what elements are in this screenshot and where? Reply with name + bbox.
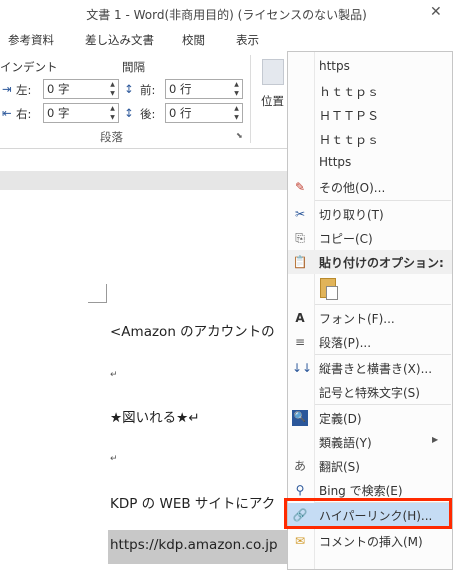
menu-item-define[interactable]: 🔍 定義(D) <box>288 406 452 430</box>
menu-item-label: Ｈｔｔｐｓ <box>319 133 380 147</box>
left-indent-value: 0 字 <box>47 82 70 96</box>
menu-item-label: 記号と特殊文字(S) <box>319 386 420 400</box>
right-indent-value: 0 字 <box>47 106 70 120</box>
tab-view[interactable]: 表示 <box>236 32 259 48</box>
indent-left-icon: ⇥ <box>2 82 12 96</box>
submenu-arrow-icon: ▶ <box>432 435 439 444</box>
menu-item-cut[interactable]: ✂ 切り取り(T) <box>288 202 452 226</box>
menu-separator <box>315 404 451 405</box>
menu-separator <box>315 354 451 355</box>
menu-item-font[interactable]: A フォント(F)... <box>288 306 452 330</box>
document-page[interactable]: <Amazon のアカウントの ↵ ★図いれる★↵ ↵ KDP の WEB サイ… <box>0 190 300 570</box>
menu-separator <box>315 200 451 201</box>
menu-item-label: 段落(P)... <box>319 336 372 350</box>
menu-item-label: ｈｔｔｐｓ <box>319 85 380 99</box>
tab-references[interactable]: 参考資料 <box>8 32 54 48</box>
close-icon[interactable]: ✕ <box>430 4 442 20</box>
window-title: 文書 1 - Word(非商用目的) (ライセンスのない製品) <box>86 8 367 22</box>
menu-item-label: コピー(C) <box>319 232 373 246</box>
dialog-launcher-icon[interactable]: ⬊ <box>236 131 243 140</box>
tab-mailings[interactable]: 差し込み文書 <box>85 32 154 48</box>
left-indent-label: 左: <box>16 83 32 97</box>
menu-item-autocorrect-1[interactable]: https <box>288 55 452 79</box>
menu-item-copy[interactable]: ⎘ コピー(C) <box>288 226 452 250</box>
spin-arrows-icon[interactable]: ▲ ▼ <box>107 104 118 122</box>
highlight-box <box>284 498 452 529</box>
menu-item-autocorrect-3[interactable]: ＨＴＴＰＳ <box>288 103 452 127</box>
doc-line-6-url: https://kdp.amazon.co.jp <box>110 537 278 553</box>
ribbon-tabs: 参考資料 差し込み文書 校閲 表示 <box>0 27 453 52</box>
space-before-label: 前: <box>140 83 156 97</box>
doc-line-5: KDP の WEB サイトにアク <box>110 496 276 512</box>
doc-line-2: ↵ <box>110 370 118 380</box>
menu-item-label: 定義(D) <box>319 412 362 426</box>
copy-icon: ⎘ <box>295 231 305 245</box>
context-menu: https ｈｔｔｐｓ ＨＴＴＰＳ Ｈｔｔｐｓ Https ✎ その他(O)..… <box>287 51 453 570</box>
doc-line-3: ★図いれる★↵ <box>110 410 200 426</box>
more-icon: ✎ <box>294 180 306 194</box>
tab-review[interactable]: 校閲 <box>182 32 205 48</box>
font-icon: A <box>295 311 305 325</box>
space-before-value: 0 行 <box>169 82 192 96</box>
paste-keep-text-button[interactable] <box>318 276 340 300</box>
menu-item-translate[interactable]: あ 翻訳(S) <box>288 454 452 478</box>
translate-icon: あ <box>293 459 306 473</box>
menu-item-paste-options: 📋 貼り付けのオプション: <box>288 250 452 274</box>
search-icon: ⚲ <box>295 483 305 497</box>
menu-item-autocorrect-2[interactable]: ｈｔｔｐｓ <box>288 79 452 103</box>
right-indent-label: 右: <box>16 107 32 121</box>
position-label[interactable]: 位置 <box>261 93 284 109</box>
spacing-label: 間隔 <box>122 60 145 74</box>
space-after-label: 後: <box>140 107 156 121</box>
menu-separator <box>315 304 451 305</box>
indent-label: インデント <box>0 60 58 74</box>
paragraph-icon: ≡ <box>294 335 306 349</box>
menu-item-label: 貼り付けのオプション: <box>319 256 444 270</box>
menu-item-autocorrect-5[interactable]: Https <box>288 151 452 175</box>
doc-line-1: <Amazon のアカウントの <box>110 324 275 340</box>
group-divider <box>250 55 251 143</box>
position-icon[interactable] <box>262 59 284 85</box>
indent-right-icon: ⇤ <box>2 106 12 120</box>
paragraph-group-label: 段落 <box>100 130 123 144</box>
menu-item-label: ＨＴＴＰＳ <box>319 109 380 123</box>
space-after-icon: ↕ <box>124 106 134 120</box>
margin-corner-mark <box>88 284 107 303</box>
space-after-value: 0 行 <box>169 106 192 120</box>
menu-item-symbols[interactable]: 記号と特殊文字(S) <box>288 380 452 404</box>
left-indent-spinner[interactable]: 0 字 ▲ ▼ <box>43 79 119 99</box>
spin-arrows-icon[interactable]: ▲ ▼ <box>107 80 118 98</box>
menu-item-label: Https <box>319 155 352 169</box>
space-before-spinner[interactable]: 0 行 ▲ ▼ <box>165 79 243 99</box>
menu-item-more[interactable]: ✎ その他(O)... <box>288 175 452 199</box>
text-direction-icon: ↓↓ <box>292 361 313 375</box>
menu-item-label: 切り取り(T) <box>319 208 384 222</box>
menu-item-label: 翻訳(S) <box>319 460 360 474</box>
menu-item-synonyms[interactable]: 類義語(Y) ▶ <box>288 430 452 454</box>
menu-item-label: Bing で検索(E) <box>319 484 403 498</box>
menu-item-label: フォント(F)... <box>319 312 395 326</box>
menu-item-paragraph[interactable]: ≡ 段落(P)... <box>288 330 452 354</box>
space-before-icon: ↕ <box>124 82 134 96</box>
menu-item-label: https <box>319 59 350 73</box>
menu-item-label: コメントの挿入(M) <box>319 535 423 549</box>
doc-line-4: ↵ <box>110 454 118 464</box>
menu-item-insert-comment[interactable]: ✉ コメントの挿入(M) <box>288 529 452 553</box>
comment-icon: ✉ <box>294 534 306 548</box>
spin-arrows-icon[interactable]: ▲ ▼ <box>231 104 242 122</box>
menu-item-label: 類義語(Y) <box>319 436 372 450</box>
menu-item-text-direction[interactable]: ↓↓ 縦書きと横書き(X)... <box>288 356 452 380</box>
menu-item-label: その他(O)... <box>319 181 386 195</box>
space-after-spinner[interactable]: 0 行 ▲ ▼ <box>165 103 243 123</box>
spin-arrows-icon[interactable]: ▲ ▼ <box>231 80 242 98</box>
title-bar: 文書 1 - Word(非商用目的) (ライセンスのない製品) ✕ <box>0 0 453 27</box>
menu-item-label: 縦書きと横書き(X)... <box>319 362 433 376</box>
right-indent-spinner[interactable]: 0 字 ▲ ▼ <box>43 103 119 123</box>
scissors-icon: ✂ <box>294 207 306 221</box>
paste-icon: 📋 <box>292 255 308 269</box>
clipboard-page-icon <box>326 286 338 300</box>
menu-item-autocorrect-4[interactable]: Ｈｔｔｐｓ <box>288 127 452 151</box>
define-icon: 🔍 <box>292 410 308 426</box>
previous-page-bottom <box>0 149 291 171</box>
